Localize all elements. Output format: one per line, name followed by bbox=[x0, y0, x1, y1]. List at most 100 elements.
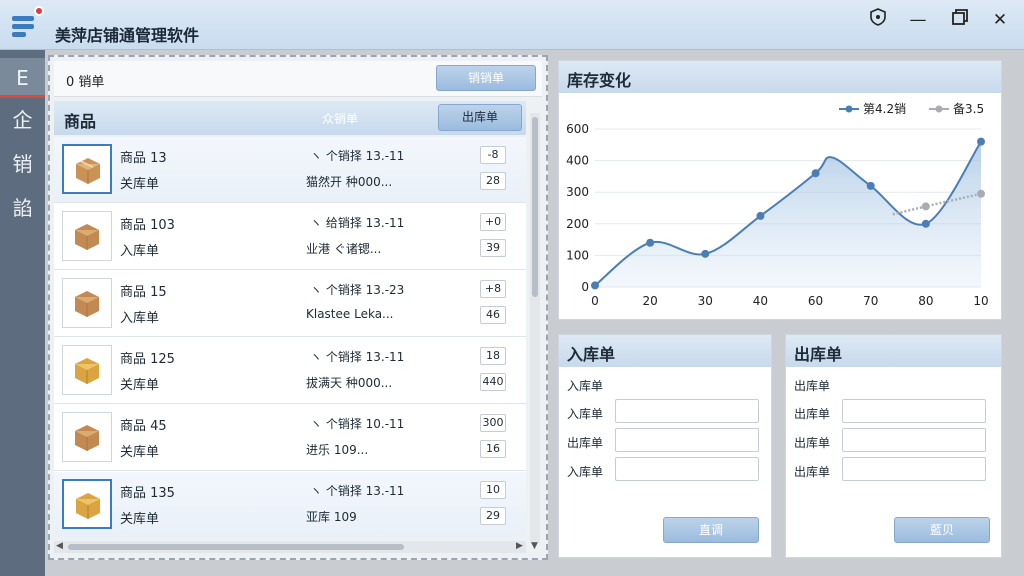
x-tick-label: 80 bbox=[918, 294, 933, 308]
stock-chip[interactable]: 440 bbox=[480, 373, 506, 391]
order-detail: ヽ 给销择 13.-11 bbox=[310, 216, 405, 230]
app-logo-icon bbox=[10, 6, 44, 40]
sidebar-item-sales[interactable]: 销 bbox=[0, 144, 45, 184]
product-name: 商品 135 bbox=[120, 486, 175, 501]
inbound-field-label: 入库单 bbox=[567, 407, 604, 421]
data-point bbox=[591, 281, 599, 290]
product-thumbnail bbox=[62, 211, 112, 261]
legend-marker bbox=[935, 105, 943, 113]
outbound-field-label: 出库单 bbox=[794, 407, 831, 421]
inventory-line-chart: 0 100 200 300 400 600 0 20 30 40 60 70 80 10 第4.2销 备3.5 bbox=[566, 102, 989, 308]
x-tick-label: 70 bbox=[863, 294, 878, 308]
order-supplier: 亚库 109 bbox=[306, 510, 357, 524]
shield-icon[interactable] bbox=[864, 8, 892, 32]
y-tick-label: 100 bbox=[566, 248, 589, 262]
title-bar: 美萍店铺通管理软件 — ✕ bbox=[0, 0, 1024, 50]
product-thumbnail bbox=[62, 144, 112, 194]
sidebar-item-enterprise[interactable]: 企 bbox=[0, 100, 45, 140]
product-thumbnail bbox=[62, 479, 112, 529]
horizontal-scrollbar[interactable]: ◀ ▶ bbox=[54, 541, 526, 553]
table-row[interactable]: 商品 13 关库单 ヽ 个销择 13.-11 猫然开 种000... -8 28 bbox=[54, 137, 526, 203]
minimize-icon[interactable]: — bbox=[904, 8, 932, 32]
app-title: 美萍店铺通管理软件 bbox=[55, 26, 200, 45]
data-point-secondary bbox=[977, 189, 985, 198]
inbound-field-label: 入库单 bbox=[567, 465, 604, 479]
inbound-field-1[interactable] bbox=[615, 399, 759, 423]
box-icon bbox=[75, 358, 99, 384]
maximize-icon[interactable] bbox=[946, 8, 974, 32]
tab-sales-order[interactable]: 0 销单 bbox=[66, 71, 104, 90]
box-icon bbox=[75, 224, 99, 250]
box-icon bbox=[75, 425, 99, 451]
quantity-chip[interactable]: 300 bbox=[480, 414, 506, 432]
scroll-right-icon[interactable]: ▶ bbox=[516, 541, 523, 551]
quantity-chip[interactable]: +8 bbox=[480, 280, 506, 298]
quantity-chip[interactable]: +0 bbox=[480, 213, 506, 231]
y-tick-label: 200 bbox=[566, 217, 589, 231]
inbound-field-label: 出库单 bbox=[567, 436, 604, 450]
outbound-submit-button[interactable]: 藍贝 bbox=[894, 517, 990, 543]
y-tick-label: 300 bbox=[566, 185, 589, 199]
order-supplier: 拔满天 种000... bbox=[306, 376, 393, 390]
product-name: 商品 125 bbox=[120, 352, 175, 367]
table-row[interactable]: 商品 125 关库单 ヽ 个销择 13.-11 拔满天 种000... 18 4… bbox=[54, 338, 526, 404]
sales-order-button[interactable]: 销销单 bbox=[436, 65, 536, 91]
list-title: 商品 bbox=[64, 112, 97, 131]
stock-chip[interactable]: 29 bbox=[480, 507, 506, 525]
stock-chip[interactable]: 46 bbox=[480, 306, 506, 324]
order-supplier: 猫然开 种000... bbox=[306, 175, 393, 189]
scroll-left-icon[interactable]: ◀ bbox=[56, 541, 63, 551]
chart-panel-header: 库存变化 bbox=[559, 61, 1001, 93]
sidebar-item-reports[interactable]: 諂 bbox=[0, 188, 45, 228]
product-name: 商品 13 bbox=[120, 151, 167, 166]
inbound-field-2[interactable] bbox=[615, 428, 759, 452]
stock-chip[interactable]: 39 bbox=[480, 239, 506, 257]
inbound-field-3[interactable] bbox=[615, 457, 759, 481]
stock-chip[interactable]: 16 bbox=[480, 440, 506, 458]
order-type: 入库单 bbox=[120, 244, 160, 259]
table-row[interactable]: 商品 45 关库单 ヽ 个销择 10.-11 进乐 109... 300 16 bbox=[54, 405, 526, 471]
inbound-panel-title: 入库单 bbox=[567, 345, 616, 364]
outbound-form-panel: 出库单 出库单 出库单 出库单 出库单 藍贝 bbox=[785, 334, 1002, 558]
outbound-field-1[interactable] bbox=[842, 399, 986, 423]
product-thumbnail bbox=[62, 345, 112, 395]
outbound-field-label: 出库单 bbox=[794, 465, 831, 479]
scroll-down-icon[interactable]: ▼ bbox=[531, 541, 538, 551]
outbound-order-button[interactable]: 出库单 bbox=[438, 104, 522, 131]
chart-title: 库存变化 bbox=[567, 71, 632, 90]
sidebar-item-home[interactable]: E bbox=[0, 58, 45, 98]
list-header: 商品 众销单 出库单 bbox=[54, 101, 526, 135]
close-icon[interactable]: ✕ bbox=[986, 8, 1014, 32]
legend-marker bbox=[845, 105, 853, 113]
product-list: 商品 13 关库单 ヽ 个销择 13.-11 猫然开 种000... -8 28… bbox=[54, 137, 526, 537]
table-row[interactable]: 商品 15 入库单 ヽ 个销择 13.-23 Klastee Leka... +… bbox=[54, 271, 526, 337]
vertical-scrollbar[interactable] bbox=[530, 113, 540, 543]
order-type: 关库单 bbox=[120, 512, 160, 527]
data-point bbox=[977, 137, 985, 146]
x-tick-label: 20 bbox=[643, 294, 658, 308]
stock-chip[interactable]: 28 bbox=[480, 172, 506, 190]
x-tick-label: 40 bbox=[753, 294, 768, 308]
quantity-chip[interactable]: -8 bbox=[480, 146, 506, 164]
x-tick-label: 30 bbox=[698, 294, 713, 308]
inbound-submit-button[interactable]: 直调 bbox=[663, 517, 759, 543]
inbound-form-panel: 入库单 入库单 入库单 出库单 入库单 直调 bbox=[558, 334, 772, 558]
data-point bbox=[921, 219, 930, 228]
outbound-field-3[interactable] bbox=[842, 457, 986, 481]
inventory-chart-panel: 库存变化 0 100 200 300 400 600 0 20 30 40 60 70 80 10 第4.2… bbox=[558, 60, 1002, 320]
quantity-chip[interactable]: 18 bbox=[480, 347, 506, 365]
outbound-field-2[interactable] bbox=[842, 428, 986, 452]
order-detail: ヽ 个销择 13.-11 bbox=[310, 149, 405, 163]
legend-label: 第4.2销 bbox=[863, 102, 906, 116]
order-type: 关库单 bbox=[120, 177, 160, 192]
legend-label: 备3.5 bbox=[953, 102, 984, 116]
data-point bbox=[866, 181, 875, 190]
table-row[interactable]: 商品 135 关库单 ヽ 个销择 13.-11 亚库 109 10 29 bbox=[54, 472, 526, 537]
outbound-panel-header: 出库单 bbox=[786, 335, 1001, 367]
sidebar: E 企 销 諂 bbox=[0, 50, 45, 576]
inbound-panel-header: 入库单 bbox=[559, 335, 771, 367]
quantity-chip[interactable]: 10 bbox=[480, 481, 506, 499]
product-name: 商品 103 bbox=[120, 218, 175, 233]
table-row[interactable]: 商品 103 入库单 ヽ 给销择 13.-11 业港 ぐ诸锶... +0 39 bbox=[54, 204, 526, 270]
box-icon bbox=[76, 493, 100, 519]
